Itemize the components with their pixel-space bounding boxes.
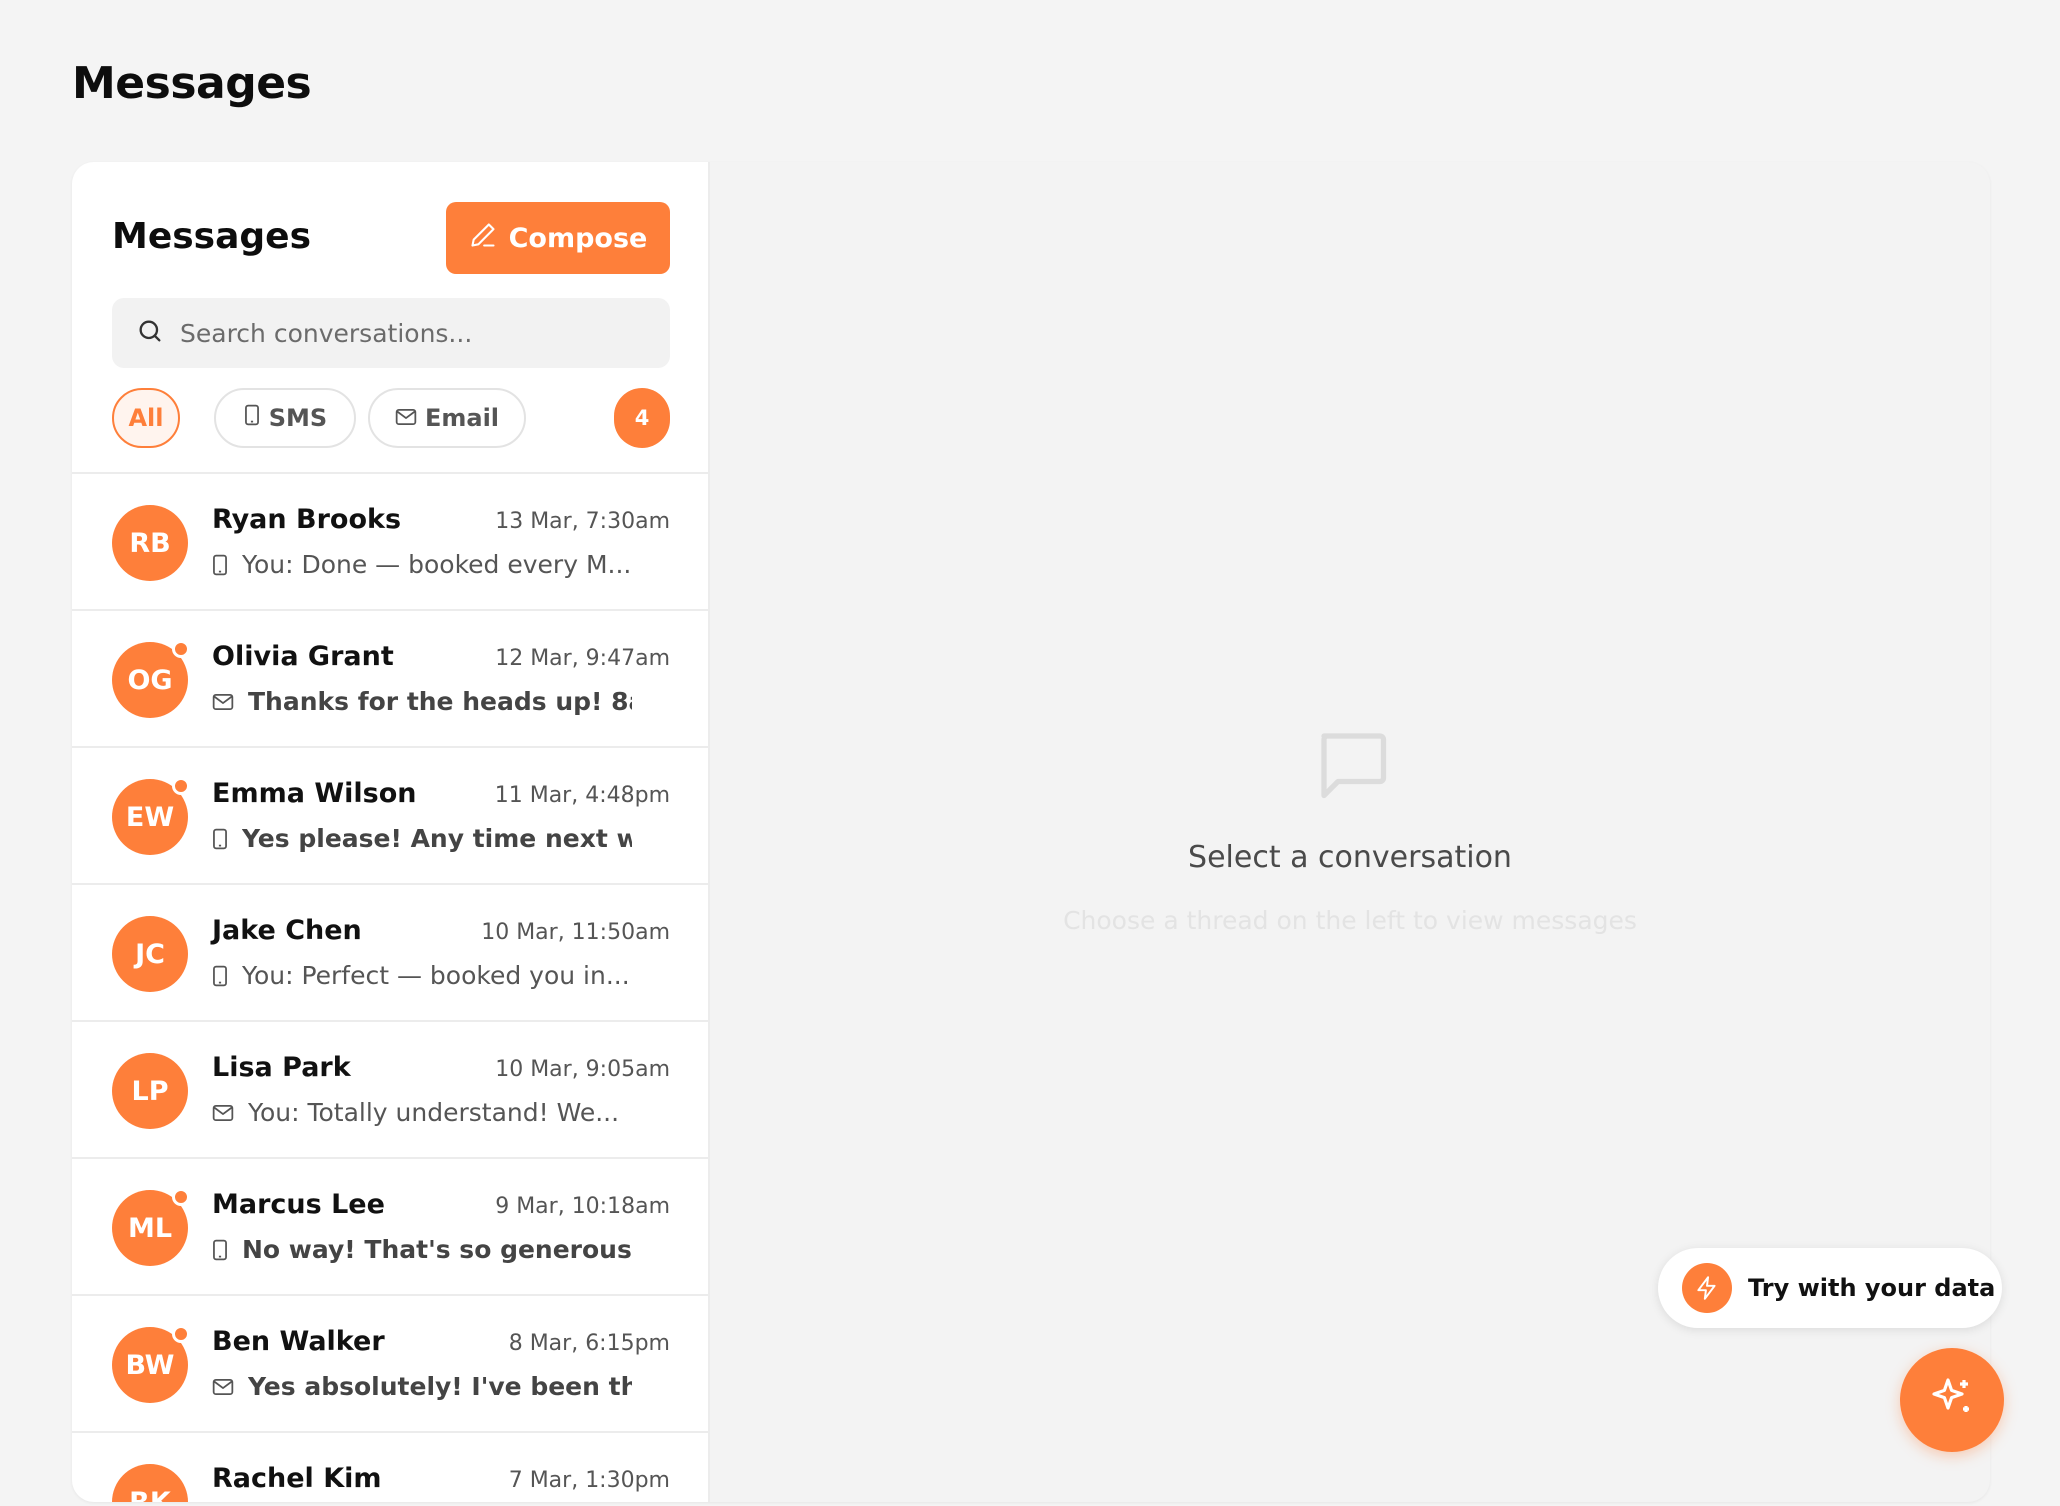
sidebar-header: Messages Compose: [112, 202, 670, 274]
unread-indicator: [172, 1325, 190, 1343]
message-preview-text: You: Perfect — booked you in...: [242, 961, 630, 990]
contact-name: Lisa Park: [212, 1052, 351, 1083]
compose-button[interactable]: Compose: [446, 202, 670, 274]
conversation-list: RB Ryan Brooks 13 Mar, 7:30am You: Done — b…: [72, 472, 710, 1502]
filter-all[interactable]: All: [112, 388, 180, 448]
message-preview: No way! That's so generous,...: [212, 1235, 632, 1264]
phone-icon: [212, 554, 228, 576]
try-with-your-data-button[interactable]: Try with your data: [1658, 1248, 2002, 1328]
message-timestamp: 10 Mar, 11:50am: [481, 920, 670, 945]
avatar: OG: [112, 640, 190, 718]
conversation-item[interactable]: ML Marcus Lee 9 Mar, 10:18am No way! That's…: [72, 1159, 710, 1296]
avatar: LP: [112, 1053, 188, 1129]
channel-filters: All SMS Email 4: [112, 388, 670, 448]
message-preview: Thanks for the heads up! 8a...: [212, 687, 632, 716]
search-box[interactable]: [112, 298, 670, 368]
filter-sms[interactable]: SMS: [214, 388, 356, 448]
message-timestamp: 9 Mar, 10:18am: [495, 1194, 670, 1219]
contact-name: Ryan Brooks: [212, 504, 402, 535]
filter-email[interactable]: Email: [368, 388, 526, 448]
filter-sms-label: SMS: [268, 404, 328, 432]
contact-name: Jake Chen: [212, 915, 362, 946]
contact-name: Olivia Grant: [212, 641, 394, 672]
conversation-item[interactable]: RK Rachel Kim 7 Mar, 1:30pm: [72, 1433, 710, 1502]
message-preview: You: Done — booked every M...: [212, 550, 632, 579]
avatar-initials: JC: [135, 938, 165, 970]
message-preview: You: Perfect — booked you in...: [212, 961, 632, 990]
message-timestamp: 10 Mar, 9:05am: [495, 1057, 670, 1082]
empty-state-title: Select a conversation: [1188, 840, 1512, 875]
compose-label: Compose: [508, 222, 648, 254]
avatar-initials: BW: [125, 1349, 175, 1381]
conversation-item[interactable]: BW Ben Walker 8 Mar, 6:15pm Yes absolutely!…: [72, 1296, 710, 1433]
message-preview-text: No way! That's so generous,...: [242, 1235, 632, 1264]
message-timestamp: 12 Mar, 9:47am: [495, 646, 670, 671]
contact-name: Rachel Kim: [212, 1463, 382, 1494]
avatar: ML: [112, 1188, 190, 1266]
avatar: RB: [112, 505, 188, 581]
message-square-icon: [1310, 722, 1394, 810]
avatar: EW: [112, 777, 190, 855]
message-timestamp: 7 Mar, 1:30pm: [508, 1468, 670, 1493]
avatar-initials: LP: [131, 1075, 169, 1107]
filter-all-label: All: [128, 404, 164, 432]
conversation-item[interactable]: OG Olivia Grant 12 Mar, 9:47am Thanks for t…: [72, 611, 710, 748]
unread-count-badge: 4: [614, 388, 670, 448]
try-with-your-data-label: Try with your data: [1748, 1274, 1996, 1302]
search-icon: [136, 317, 164, 349]
unread-indicator: [172, 1188, 190, 1206]
conversation-item[interactable]: EW Emma Wilson 11 Mar, 4:48pm Yes please! A…: [72, 748, 710, 885]
avatar: BW: [112, 1325, 190, 1403]
sidebar-title: Messages: [112, 216, 312, 257]
avatar-initials: ML: [127, 1212, 173, 1244]
page-title: Messages: [72, 58, 312, 109]
sparkles-icon: [1928, 1374, 1976, 1426]
message-preview-text: Thanks for the heads up! 8a...: [248, 687, 632, 716]
message-preview: Yes absolutely! I've been thi...: [212, 1372, 632, 1401]
mail-icon: [212, 1104, 234, 1122]
empty-state-subtitle: Choose a thread on the left to view mess…: [1063, 906, 1637, 935]
phone-icon: [212, 1239, 228, 1261]
search-input[interactable]: [180, 318, 640, 348]
phone-icon: [212, 965, 228, 987]
pencil-icon: [469, 221, 497, 256]
message-timestamp: 11 Mar, 4:48pm: [494, 783, 670, 808]
message-preview-text: Yes please! Any time next w...: [242, 824, 632, 853]
message-preview-text: Yes absolutely! I've been thi...: [248, 1372, 632, 1401]
message-preview: Yes please! Any time next w...: [212, 824, 632, 853]
message-preview-text: You: Totally understand! We...: [248, 1098, 620, 1127]
conversation-item[interactable]: RB Ryan Brooks 13 Mar, 7:30am You: Done — b…: [72, 474, 710, 611]
avatar-initials: OG: [127, 664, 173, 696]
message-preview-text: You: Done — booked every M...: [242, 550, 632, 579]
avatar-initials: RK: [129, 1486, 171, 1503]
conversation-sidebar: Messages Compose All SMS: [72, 162, 710, 1502]
avatar-initials: EW: [125, 801, 175, 833]
message-preview: You: Totally understand! We...: [212, 1098, 632, 1127]
mail-icon: [395, 404, 417, 432]
conversation-item[interactable]: LP Lisa Park 10 Mar, 9:05am You: Totally un…: [72, 1022, 710, 1159]
conversation-item[interactable]: JC Jake Chen 10 Mar, 11:50am You: Perfect —…: [72, 885, 710, 1022]
avatar: RK: [112, 1464, 188, 1502]
avatar: JC: [112, 916, 188, 992]
mail-icon: [212, 693, 234, 711]
message-timestamp: 13 Mar, 7:30am: [495, 509, 670, 534]
contact-name: Ben Walker: [212, 1326, 385, 1357]
contact-name: Emma Wilson: [212, 778, 417, 809]
phone-icon: [212, 828, 228, 850]
mail-icon: [212, 1378, 234, 1396]
contact-name: Marcus Lee: [212, 1189, 385, 1220]
message-timestamp: 8 Mar, 6:15pm: [508, 1331, 670, 1356]
filter-email-label: Email: [424, 404, 500, 432]
ai-assistant-button[interactable]: [1900, 1348, 2004, 1452]
bolt-icon: [1682, 1263, 1732, 1313]
unread-indicator: [172, 640, 190, 658]
phone-icon: [243, 404, 261, 432]
avatar-initials: RB: [129, 527, 171, 559]
unread-indicator: [172, 777, 190, 795]
